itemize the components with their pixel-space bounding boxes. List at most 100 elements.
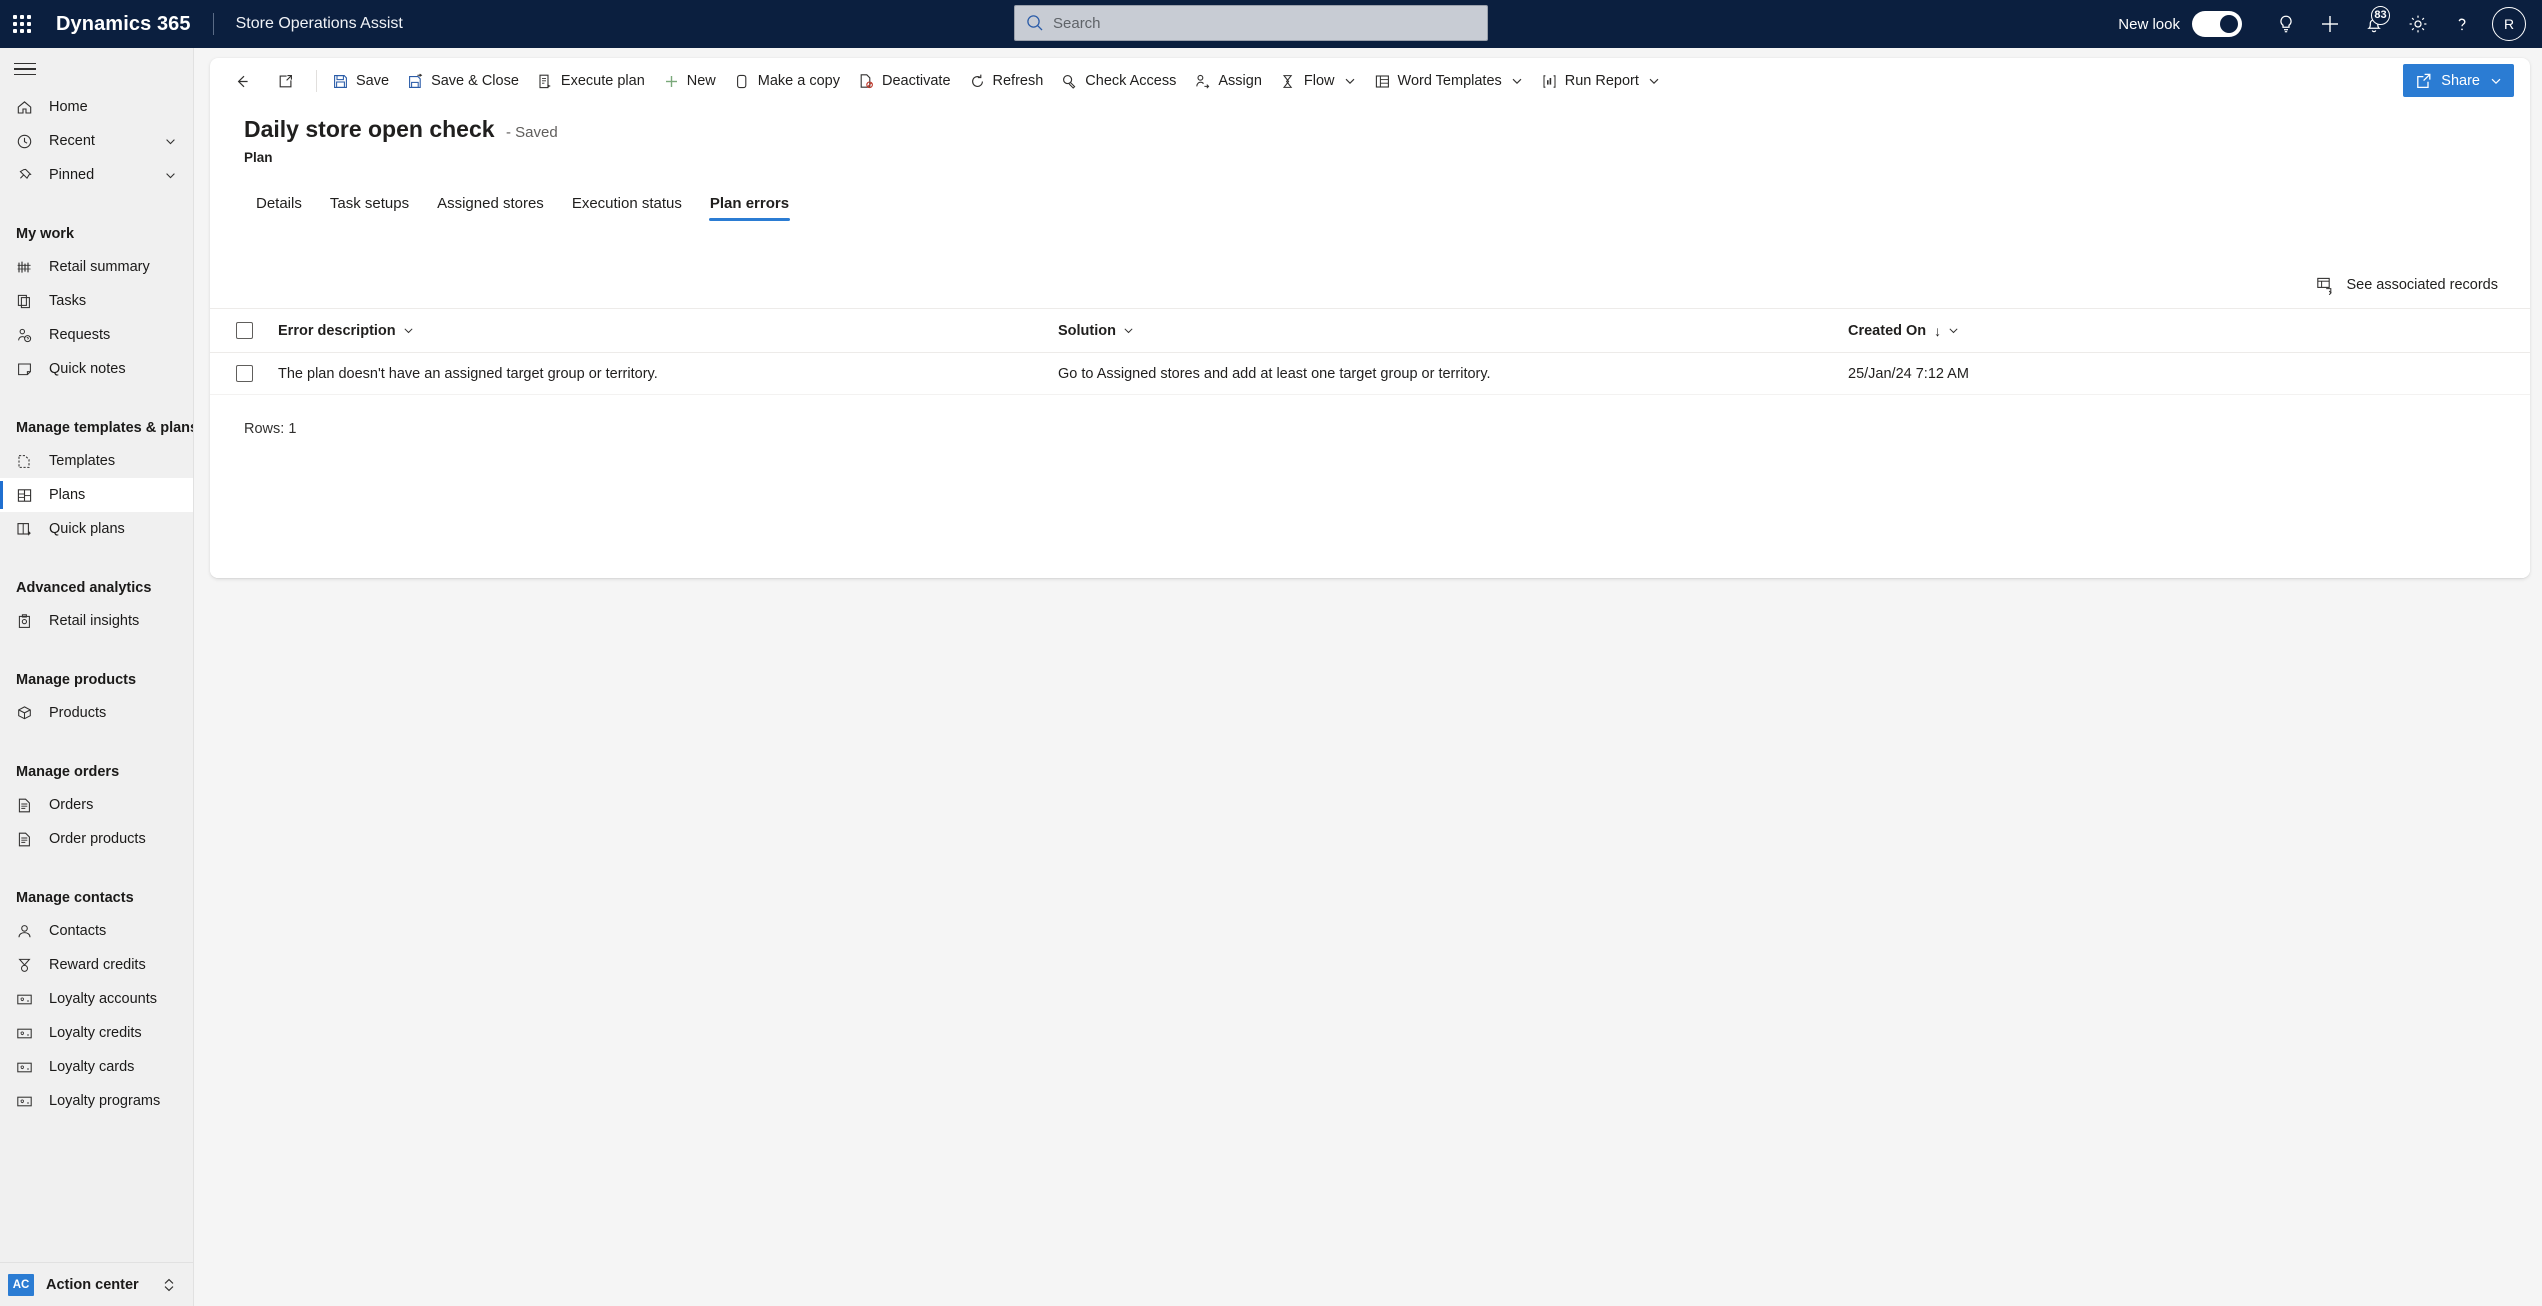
sidebar-item-pinned[interactable]: Pinned <box>0 158 193 192</box>
sidebar-collapse-icon[interactable] <box>0 48 193 90</box>
new-look-toggle[interactable] <box>2192 11 2242 37</box>
chevron-down-icon[interactable] <box>1648 75 1660 87</box>
share-button[interactable]: Share <box>2403 64 2514 97</box>
brand-title[interactable]: Dynamics 365 <box>56 13 191 36</box>
open-in-new-window-icon <box>277 73 294 90</box>
search-box[interactable] <box>1014 5 1488 41</box>
command-bar: Save Save & Close Execute plan New Make … <box>210 58 2530 104</box>
sidebar-item-label: Quick notes <box>49 361 126 377</box>
cell-error-description[interactable]: The plan doesn't have an assigned target… <box>278 353 1058 395</box>
new-button[interactable]: New <box>654 64 725 98</box>
sidebar-item-tasks[interactable]: Tasks <box>0 284 193 318</box>
document-icon <box>16 797 38 814</box>
sidebar-item-orders[interactable]: Orders <box>0 788 193 822</box>
bell-icon[interactable]: 83 <box>2352 0 2396 48</box>
pin-icon <box>16 167 38 184</box>
sidebar-item-templates[interactable]: Templates <box>0 444 193 478</box>
sidebar-item-retail-summary[interactable]: Retail summary <box>0 250 193 284</box>
chevron-down-icon[interactable] <box>1344 75 1356 87</box>
sidebar-item-quick-notes[interactable]: Quick notes <box>0 352 193 386</box>
chevron-down-icon[interactable] <box>164 169 177 182</box>
user-avatar[interactable]: R <box>2492 7 2526 41</box>
sidebar-item-contacts[interactable]: Contacts <box>0 914 193 948</box>
search-input[interactable] <box>1053 14 1477 32</box>
assign-button[interactable]: Assign <box>1185 64 1271 98</box>
check-access-icon <box>1061 73 1078 90</box>
tab-plan-errors[interactable]: Plan errors <box>696 195 803 221</box>
app-name[interactable]: Store Operations Assist <box>236 15 403 33</box>
flow-button[interactable]: Flow <box>1271 64 1365 98</box>
action-center[interactable]: AC Action center <box>0 1262 193 1306</box>
tab-assigned-stores[interactable]: Assigned stores <box>423 195 558 221</box>
sidebar-item-label: Plans <box>49 487 86 503</box>
chevron-down-icon[interactable] <box>164 135 177 148</box>
sidebar-item-loyalty-credits[interactable]: Loyalty credits <box>0 1016 193 1050</box>
notification-count-badge: 83 <box>2371 6 2390 25</box>
make-a-copy-button[interactable]: Make a copy <box>725 64 849 98</box>
tab-details[interactable]: Details <box>242 195 316 221</box>
command-divider <box>316 70 317 92</box>
sidebar-item-home[interactable]: Home <box>0 90 193 124</box>
cell-created-on[interactable]: 25/Jan/24 7:12 AM <box>1848 353 2530 395</box>
column-header-error-description[interactable]: Error description <box>278 309 1058 353</box>
row-select-cell[interactable] <box>210 353 278 395</box>
sidebar-item-plans[interactable]: Plans <box>0 478 193 512</box>
column-header-solution[interactable]: Solution <box>1058 309 1848 353</box>
chevron-down-icon[interactable] <box>1948 325 1959 336</box>
back-button[interactable] <box>224 64 268 98</box>
check-access-button[interactable]: Check Access <box>1052 64 1185 98</box>
chevron-down-icon[interactable] <box>2490 75 2502 87</box>
chevron-down-icon[interactable] <box>1123 325 1134 336</box>
sidebar-item-recent[interactable]: Recent <box>0 124 193 158</box>
dashboard-icon <box>16 259 38 276</box>
chevron-down-icon[interactable] <box>403 325 414 336</box>
sidebar-item-products[interactable]: Products <box>0 696 193 730</box>
sidebar-item-retail-insights[interactable]: Retail insights <box>0 604 193 638</box>
associated-records-icon <box>2316 276 2335 295</box>
sort-descending-icon[interactable]: ↓ <box>1934 323 1941 339</box>
cell-solution[interactable]: Go to Assigned stores and add at least o… <box>1058 353 1848 395</box>
lightbulb-icon[interactable] <box>2264 0 2308 48</box>
row-checkbox[interactable] <box>235 365 253 382</box>
see-associated-records-button[interactable]: See associated records <box>2308 271 2506 300</box>
share-icon <box>2415 72 2433 90</box>
entity-name: Plan <box>244 150 273 165</box>
execute-plan-button[interactable]: Execute plan <box>528 64 654 98</box>
save-status: - Saved <box>506 124 558 141</box>
select-all-checkbox[interactable] <box>235 322 253 339</box>
card-icon <box>16 1025 38 1042</box>
sidebar-item-loyalty-cards[interactable]: Loyalty cards <box>0 1050 193 1084</box>
sidebar-item-reward-credits[interactable]: Reward credits <box>0 948 193 982</box>
word-templates-button[interactable]: Word Templates <box>1365 64 1532 98</box>
sidebar-item-order-products[interactable]: Order products <box>0 822 193 856</box>
command-label: Deactivate <box>882 73 951 89</box>
clock-icon <box>16 133 38 150</box>
gear-icon[interactable] <box>2396 0 2440 48</box>
plus-icon[interactable] <box>2308 0 2352 48</box>
help-icon[interactable] <box>2440 0 2484 48</box>
save-icon <box>332 73 349 90</box>
table-row[interactable]: The plan doesn't have an assigned target… <box>210 353 2530 395</box>
run-report-button[interactable]: Run Report <box>1532 64 1669 98</box>
open-in-new-window-button[interactable] <box>268 64 310 98</box>
deactivate-button[interactable]: Deactivate <box>849 64 960 98</box>
copy-icon <box>734 73 751 90</box>
tab-execution-status[interactable]: Execution status <box>558 195 696 221</box>
sidebar-group-title: Manage orders <box>16 764 120 780</box>
save-and-close-button[interactable]: Save & Close <box>398 64 528 98</box>
tab-task-setups[interactable]: Task setups <box>316 195 423 221</box>
sidebar-group-title: Manage templates & plans <box>16 420 194 436</box>
sidebar-item-label: Contacts <box>49 923 107 939</box>
select-all-header[interactable] <box>210 309 278 353</box>
expand-collapse-icon[interactable] <box>162 1277 176 1293</box>
sidebar-item-loyalty-programs[interactable]: Loyalty programs <box>0 1084 193 1118</box>
sidebar-item-requests[interactable]: Requests <box>0 318 193 352</box>
new-look-toggle-group[interactable]: New look <box>2118 11 2242 37</box>
chevron-down-icon[interactable] <box>1511 75 1523 87</box>
refresh-button[interactable]: Refresh <box>960 64 1053 98</box>
sidebar-item-quick-plans[interactable]: Quick plans <box>0 512 193 546</box>
sidebar-item-loyalty-accounts[interactable]: Loyalty accounts <box>0 982 193 1016</box>
app-launcher-icon[interactable] <box>0 0 44 48</box>
column-header-created-on[interactable]: Created On ↓ <box>1848 309 2530 353</box>
save-button[interactable]: Save <box>323 64 398 98</box>
